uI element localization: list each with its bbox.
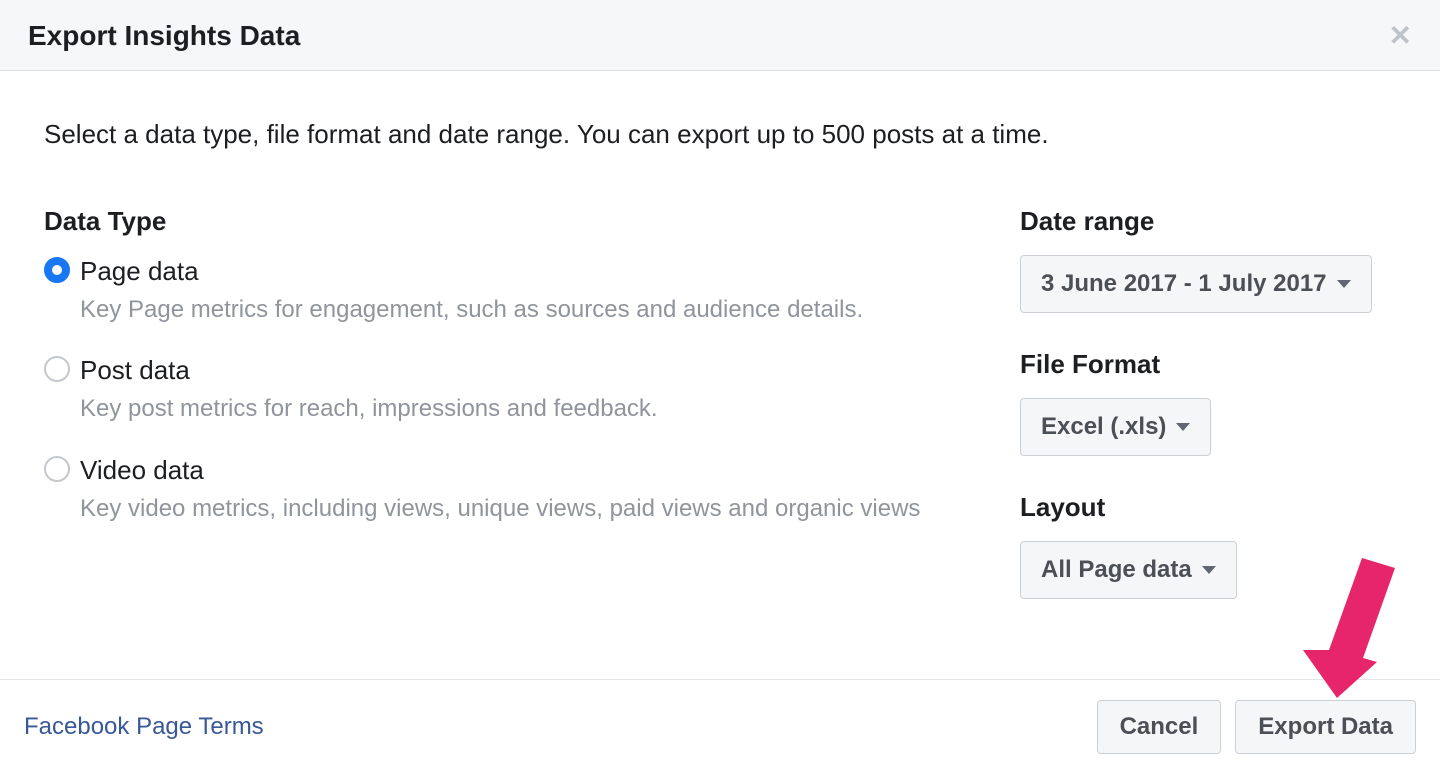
radio-text: Post data Key post metrics for reach, im… xyxy=(80,354,658,425)
dialog-title: Export Insights Data xyxy=(28,20,300,52)
facebook-page-terms-link[interactable]: Facebook Page Terms xyxy=(24,713,264,741)
radio-video-data[interactable]: Video data Key video metrics, including … xyxy=(44,454,960,525)
radio-label: Video data xyxy=(80,454,920,488)
date-range-dropdown[interactable]: 3 June 2017 - 1 July 2017 xyxy=(1020,255,1372,313)
data-type-section: Data Type Page data Key Page metrics for… xyxy=(44,206,960,635)
radio-desc: Key Page metrics for engagement, such as… xyxy=(80,293,863,327)
content-columns: Data Type Page data Key Page metrics for… xyxy=(44,206,1400,635)
radio-label: Post data xyxy=(80,354,658,388)
date-range-heading: Date range xyxy=(1020,206,1400,237)
dialog-body: Select a data type, file format and date… xyxy=(0,71,1440,675)
footer-buttons: Cancel Export Data xyxy=(1097,700,1416,754)
data-type-heading: Data Type xyxy=(44,206,960,237)
caret-down-icon xyxy=(1337,280,1351,288)
export-data-button[interactable]: Export Data xyxy=(1235,700,1416,754)
radio-text: Page data Key Page metrics for engagemen… xyxy=(80,255,863,326)
radio-page-data[interactable]: Page data Key Page metrics for engagemen… xyxy=(44,255,960,326)
cancel-button[interactable]: Cancel xyxy=(1097,700,1222,754)
file-format-heading: File Format xyxy=(1020,349,1400,380)
radio-desc: Key post metrics for reach, impressions … xyxy=(80,392,658,426)
instruction-text: Select a data type, file format and date… xyxy=(44,119,1400,150)
caret-down-icon xyxy=(1202,566,1216,574)
caret-down-icon xyxy=(1176,423,1190,431)
file-format-dropdown[interactable]: Excel (.xls) xyxy=(1020,398,1211,456)
dialog-header: Export Insights Data ✕ xyxy=(0,0,1440,71)
dialog-footer: Facebook Page Terms Cancel Export Data xyxy=(0,679,1440,774)
file-format-value: Excel (.xls) xyxy=(1041,413,1166,441)
radio-icon xyxy=(44,257,70,283)
radio-icon xyxy=(44,456,70,482)
layout-dropdown[interactable]: All Page data xyxy=(1020,541,1237,599)
right-column: Date range 3 June 2017 - 1 July 2017 Fil… xyxy=(1020,206,1400,635)
layout-heading: Layout xyxy=(1020,492,1400,523)
radio-label: Page data xyxy=(80,255,863,289)
radio-desc: Key video metrics, including views, uniq… xyxy=(80,492,920,526)
radio-text: Video data Key video metrics, including … xyxy=(80,454,920,525)
radio-post-data[interactable]: Post data Key post metrics for reach, im… xyxy=(44,354,960,425)
radio-icon xyxy=(44,356,70,382)
layout-value: All Page data xyxy=(1041,556,1192,584)
date-range-value: 3 June 2017 - 1 July 2017 xyxy=(1041,270,1327,298)
close-icon[interactable]: ✕ xyxy=(1389,22,1412,50)
